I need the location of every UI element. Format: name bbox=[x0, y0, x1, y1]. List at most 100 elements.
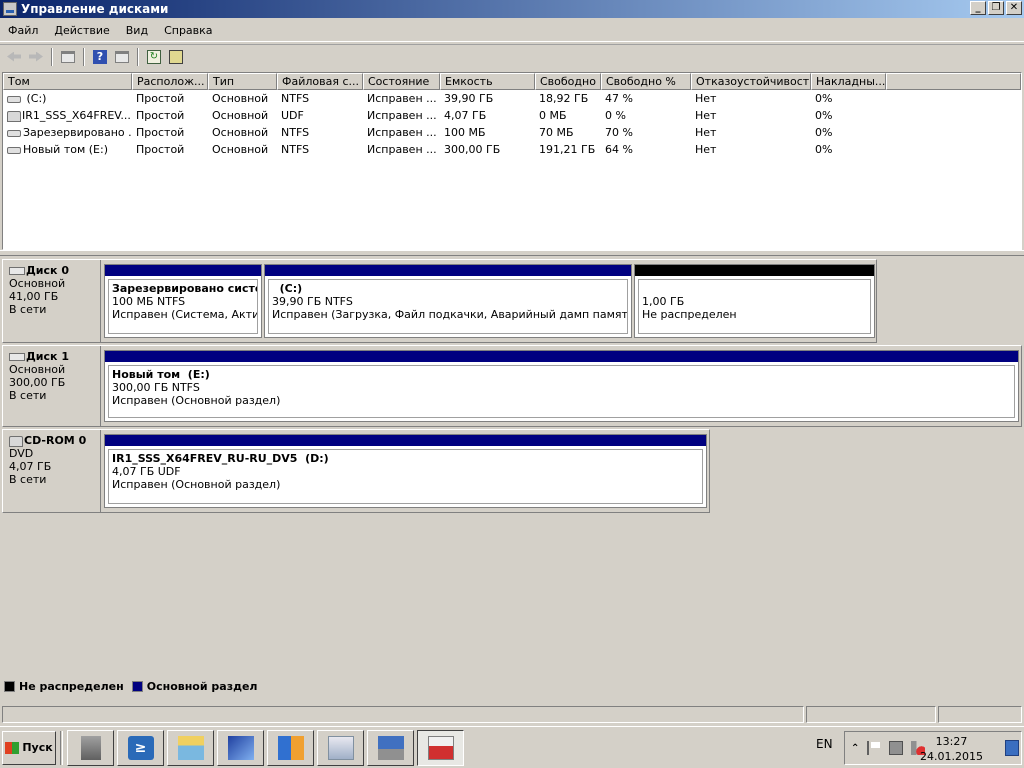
disk-size: 300,00 ГБ bbox=[9, 376, 66, 389]
maximize-button[interactable]: ❐ bbox=[988, 1, 1004, 15]
cdrom-icon bbox=[7, 110, 21, 122]
powershell-icon: ≥ bbox=[127, 735, 154, 760]
taskbar-windows-update[interactable] bbox=[267, 729, 314, 766]
column-header-type[interactable]: Тип bbox=[208, 73, 277, 90]
action-center-flag-icon[interactable] bbox=[867, 741, 882, 755]
menu-file[interactable]: Файл bbox=[0, 24, 46, 37]
minimize-button[interactable]: _ bbox=[970, 1, 986, 15]
drive-icon bbox=[7, 95, 21, 103]
column-header-volume[interactable]: Том bbox=[3, 73, 132, 90]
hard-disk-icon bbox=[9, 353, 25, 361]
partition-e[interactable]: Новый том (E:) 300,00 ГБ NTFS Исправен (Ос… bbox=[104, 350, 1019, 422]
table-row[interactable]: IR1_SSS_X64FREV... Простой Основной UDF Испр… bbox=[3, 107, 1021, 124]
status-bar bbox=[0, 705, 1024, 725]
partition-unallocated[interactable]: 1,00 ГБ Не распределен bbox=[634, 264, 875, 338]
column-header-overhead[interactable]: Накладны... bbox=[811, 73, 886, 90]
column-header-fault-tolerance[interactable]: Отказоустойчивость bbox=[691, 73, 811, 90]
disk-name: Диск 0 bbox=[26, 264, 69, 277]
volume-free-pct: 64 % bbox=[605, 143, 633, 156]
taskbar-separator bbox=[60, 730, 63, 765]
volume-overhead: 0% bbox=[815, 109, 833, 122]
volume-filesystem: NTFS bbox=[281, 126, 310, 139]
refresh-button[interactable]: ↻ bbox=[144, 47, 164, 67]
partition-title: Новый том (E:) bbox=[112, 368, 210, 381]
close-button[interactable]: ✕ bbox=[1006, 1, 1022, 15]
forward-button[interactable] bbox=[26, 47, 46, 67]
disk-info[interactable]: CD-ROM 0 DVD 4,07 ГБ В сети bbox=[3, 430, 101, 512]
disk-info[interactable]: Диск 1 Основной 300,00 ГБ В сети bbox=[3, 346, 101, 426]
volume-type: Основной bbox=[212, 92, 269, 105]
help-icon: ? bbox=[93, 49, 107, 64]
toolbar: ? ↻ bbox=[0, 44, 1024, 68]
volume-free-pct: 0 % bbox=[605, 109, 626, 122]
show-hide-pane-button[interactable] bbox=[58, 47, 78, 67]
disk-row-cdrom0[interactable]: CD-ROM 0 DVD 4,07 ГБ В сети IR1_SSS_X64F… bbox=[2, 429, 710, 513]
table-row[interactable]: Новый том (E:) Простой Основной NTFS Исправе… bbox=[3, 141, 1021, 158]
disk-state: В сети bbox=[9, 473, 47, 486]
legend-label-primary: Основной раздел bbox=[146, 680, 258, 693]
properties-button[interactable] bbox=[166, 47, 186, 67]
volume-status: Исправен ... bbox=[367, 109, 437, 122]
menu-help[interactable]: Справка bbox=[156, 24, 220, 37]
column-header-filesystem[interactable]: Файловая с... bbox=[277, 73, 363, 90]
partition-c[interactable]: (C:) 39,90 ГБ NTFS Исправен (Загрузка, Фай… bbox=[264, 264, 632, 338]
taskbar-computer-management[interactable] bbox=[367, 729, 414, 766]
help-button[interactable]: ? bbox=[90, 47, 110, 67]
table-row[interactable]: (C:) Простой Основной NTFS Исправен ... 39,90… bbox=[3, 90, 1021, 107]
partition-status: Исправен (Основной раздел) bbox=[112, 394, 281, 407]
disk-name: CD-ROM 0 bbox=[24, 434, 87, 447]
back-icon bbox=[7, 51, 21, 62]
remote-desktop-icon bbox=[227, 735, 254, 760]
table-row[interactable]: Зарезервировано ... Простой Основной NTFS Ис… bbox=[3, 124, 1021, 141]
show-hidden-icons-icon[interactable]: ⌃ bbox=[851, 743, 859, 754]
column-header-capacity[interactable]: Емкость bbox=[440, 73, 535, 90]
volume-free: 191,21 ГБ bbox=[539, 143, 596, 156]
column-header-free[interactable]: Свободно bbox=[535, 73, 601, 90]
volume-status: Исправен ... bbox=[367, 92, 437, 105]
partition-bar bbox=[105, 265, 261, 276]
partition-size: 100 МБ NTFS bbox=[112, 295, 186, 308]
show-desktop-button[interactable] bbox=[1005, 740, 1019, 756]
partition-d[interactable]: IR1_SSS_X64FREV_RU-RU_DV5 (D:) 4,07 ГБ UD… bbox=[104, 434, 707, 508]
volume-name: IR1_SSS_X64FREV... bbox=[3, 109, 132, 122]
windows-update-icon bbox=[277, 735, 304, 760]
taskbar-network[interactable] bbox=[317, 729, 364, 766]
toolbar-separator bbox=[83, 47, 85, 66]
partition-status: Исправен (Загрузка, Файл подкачки, Авари… bbox=[272, 308, 628, 321]
language-indicator[interactable]: EN bbox=[816, 737, 833, 751]
menu-view[interactable]: Вид bbox=[118, 24, 156, 37]
column-header-layout[interactable]: Располож... bbox=[132, 73, 208, 90]
menu-action[interactable]: Действие bbox=[46, 24, 117, 37]
disk-management-icon bbox=[427, 735, 454, 760]
volume-filesystem: NTFS bbox=[281, 92, 310, 105]
network-icon bbox=[327, 735, 354, 760]
drive-icon bbox=[7, 129, 21, 137]
disk-row-disk0[interactable]: Диск 0 Основной 41,00 ГБ В сети Зарезерв… bbox=[2, 259, 877, 343]
start-label: Пуск bbox=[22, 741, 53, 754]
taskbar-powershell[interactable]: ≥ bbox=[117, 729, 164, 766]
disk-row-disk1[interactable]: Диск 1 Основной 300,00 ГБ В сети Новый т… bbox=[2, 345, 1022, 427]
start-button[interactable]: Пуск bbox=[2, 730, 56, 765]
volume-layout: Простой bbox=[136, 109, 185, 122]
disk-info[interactable]: Диск 0 Основной 41,00 ГБ В сети bbox=[3, 260, 101, 342]
partition-title: Зарезервировано систем bbox=[112, 282, 258, 295]
taskbar-explorer[interactable] bbox=[167, 729, 214, 766]
volume-capacity: 100 МБ bbox=[444, 126, 486, 139]
back-button[interactable] bbox=[4, 47, 24, 67]
refresh-icon: ↻ bbox=[147, 49, 161, 64]
partition-size: 300,00 ГБ NTFS bbox=[112, 381, 200, 394]
taskbar-server-manager[interactable] bbox=[67, 729, 114, 766]
taskbar-disk-management[interactable] bbox=[417, 729, 464, 766]
network-tray-icon[interactable] bbox=[889, 741, 904, 755]
column-header-status[interactable]: Состояние bbox=[363, 73, 440, 90]
taskbar-remote-desktop[interactable] bbox=[217, 729, 264, 766]
partition-reserved[interactable]: Зарезервировано систем 100 МБ NTFS Исправе… bbox=[104, 264, 262, 338]
disk-graph-view: Диск 0 Основной 41,00 ГБ В сети Зарезерв… bbox=[2, 257, 1022, 677]
hard-disk-icon bbox=[9, 267, 25, 275]
volume-fault-tolerance: Нет bbox=[695, 109, 717, 122]
action-pane-button[interactable] bbox=[112, 47, 132, 67]
column-header-free-pct[interactable]: Свободно % bbox=[601, 73, 691, 90]
clock[interactable]: 13:27 24.01.2015 bbox=[920, 734, 983, 764]
pane-splitter[interactable] bbox=[0, 250, 1024, 256]
volume-overhead: 0% bbox=[815, 92, 833, 105]
